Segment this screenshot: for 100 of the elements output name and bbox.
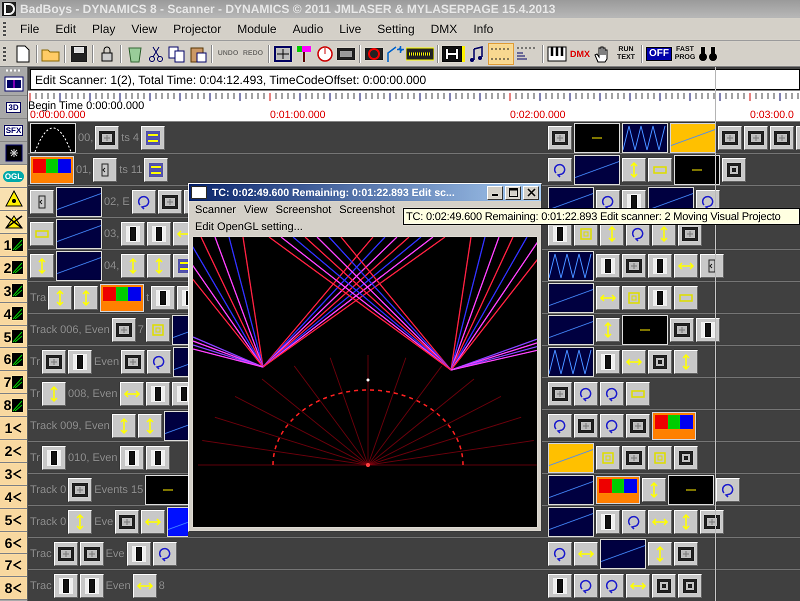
event-panel[interactable] — [548, 474, 594, 504]
event-block[interactable] — [622, 286, 646, 310]
event-block[interactable] — [622, 254, 646, 278]
event-panel[interactable] — [622, 122, 668, 152]
menu-item[interactable]: Play — [84, 22, 124, 36]
event-block[interactable] — [574, 574, 598, 598]
event-block[interactable] — [68, 350, 92, 374]
event-block[interactable] — [648, 446, 672, 470]
event-block[interactable] — [126, 542, 151, 566]
menu-item[interactable]: Scanner — [191, 204, 240, 216]
event-block[interactable] — [120, 382, 144, 406]
menu-item[interactable]: Setting — [369, 22, 423, 36]
channel-button[interactable]: 4 — [0, 302, 27, 326]
event-block[interactable] — [674, 286, 698, 310]
channel-button[interactable]: 2 — [0, 256, 27, 280]
menu-item[interactable]: Module — [229, 22, 285, 36]
channel-button[interactable]: 2 — [0, 440, 27, 463]
event-panel[interactable] — [548, 506, 594, 536]
menu-item[interactable]: Edit — [47, 22, 84, 36]
channel-button[interactable]: 8 — [0, 394, 27, 418]
event-block[interactable] — [548, 542, 572, 566]
event-block[interactable] — [121, 350, 146, 374]
menu-item[interactable]: View — [123, 22, 166, 36]
event-block[interactable] — [138, 414, 162, 438]
event-block[interactable] — [147, 254, 172, 278]
event-block[interactable] — [42, 350, 66, 374]
event-panel[interactable] — [600, 538, 646, 568]
event-block[interactable] — [574, 542, 598, 566]
color-bars-event[interactable] — [596, 476, 640, 504]
event-block[interactable] — [147, 350, 172, 374]
event-block[interactable] — [93, 158, 118, 182]
channel-button[interactable]: 6 — [0, 532, 27, 554]
event-block[interactable] — [652, 574, 676, 598]
channel-button[interactable]: 8 — [0, 577, 27, 600]
sidebar-button[interactable]: SFX — [0, 119, 27, 142]
event-block[interactable] — [548, 158, 572, 182]
event-block[interactable] — [596, 350, 620, 374]
event-block[interactable] — [68, 478, 92, 502]
event-block[interactable] — [146, 446, 170, 470]
event-block[interactable] — [600, 382, 624, 406]
menu-item[interactable]: DMX — [422, 22, 466, 36]
sidebar-button[interactable] — [0, 188, 27, 211]
menu-item[interactable]: Edit OpenGL setting... — [191, 220, 307, 232]
menu-item[interactable]: Screenshot — [272, 204, 336, 216]
channel-button[interactable]: 5 — [0, 508, 27, 532]
event-block[interactable] — [622, 350, 646, 374]
event-block[interactable] — [152, 542, 177, 566]
event-panel[interactable] — [548, 250, 594, 280]
event-panel[interactable] — [145, 474, 188, 504]
event-panel[interactable] — [30, 122, 76, 152]
event-block[interactable] — [74, 286, 98, 310]
event-block[interactable] — [674, 350, 698, 374]
event-block[interactable] — [548, 382, 572, 406]
event-block[interactable] — [678, 574, 702, 598]
event-block[interactable] — [674, 254, 698, 278]
event-block[interactable] — [151, 286, 176, 310]
event-block[interactable] — [674, 510, 698, 534]
event-block[interactable] — [596, 510, 620, 534]
event-block[interactable] — [548, 574, 572, 598]
event-block[interactable] — [132, 574, 157, 598]
event-block[interactable] — [141, 126, 166, 150]
maximize-button[interactable] — [505, 186, 521, 200]
event-block[interactable] — [642, 478, 666, 502]
event-block[interactable] — [596, 446, 620, 470]
event-block[interactable] — [718, 126, 742, 150]
event-block[interactable] — [574, 382, 598, 406]
event-block[interactable] — [80, 574, 104, 598]
close-button[interactable] — [523, 186, 539, 200]
menu-item[interactable]: Projector — [165, 22, 230, 36]
event-block[interactable] — [68, 510, 92, 534]
event-panel[interactable] — [622, 314, 668, 344]
event-block[interactable] — [648, 350, 672, 374]
event-block[interactable] — [147, 222, 172, 246]
event-block[interactable] — [648, 158, 672, 182]
event-block[interactable] — [622, 446, 646, 470]
event-panel[interactable] — [56, 218, 102, 248]
event-block[interactable] — [95, 126, 120, 150]
event-block[interactable] — [674, 542, 698, 566]
channel-button[interactable]: 1 — [0, 234, 27, 257]
event-block[interactable] — [770, 126, 794, 150]
event-block[interactable] — [54, 574, 78, 598]
event-block[interactable] — [700, 510, 724, 534]
event-block[interactable] — [648, 286, 672, 310]
event-block[interactable] — [626, 414, 650, 438]
channel-button[interactable]: 3 — [0, 280, 27, 303]
event-block[interactable] — [700, 254, 724, 278]
event-block[interactable] — [54, 542, 78, 566]
event-panel[interactable] — [574, 154, 620, 184]
channel-button[interactable]: 5 — [0, 326, 27, 348]
event-panel[interactable] — [574, 122, 620, 152]
event-block[interactable] — [548, 126, 572, 150]
event-block[interactable] — [158, 190, 182, 214]
event-panel[interactable] — [674, 154, 720, 184]
sidebar-button[interactable]: 3D — [0, 96, 27, 119]
event-block[interactable] — [600, 574, 624, 598]
event-block[interactable] — [626, 574, 650, 598]
event-block[interactable] — [146, 318, 170, 342]
menu-item[interactable]: Audio — [284, 22, 332, 36]
channel-button[interactable]: 6 — [0, 348, 27, 372]
event-block[interactable] — [648, 254, 672, 278]
